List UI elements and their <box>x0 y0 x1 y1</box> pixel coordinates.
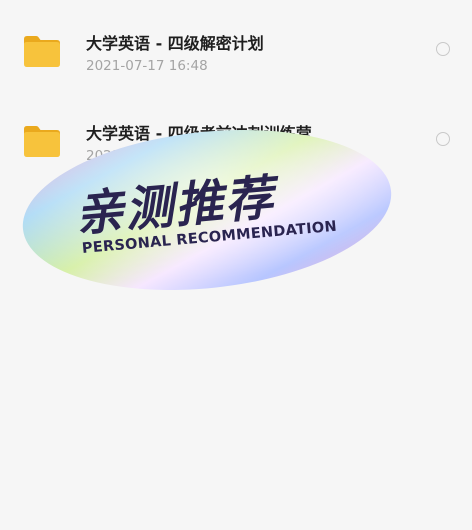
recommendation-sticker: 亲测推荐 PERSONAL RECOMMENDATION <box>20 125 395 295</box>
select-radio[interactable] <box>436 42 450 56</box>
file-name: 大学英语 - 四级解密计划 <box>86 34 264 53</box>
file-list-item[interactable]: 大学英语 - 四级解密计划 2021-07-17 16:48 <box>0 20 472 100</box>
select-radio[interactable] <box>436 132 450 146</box>
file-list-page: 大学英语 - 四级解密计划 2021-07-17 16:48 大学英语 - 四级… <box>0 0 472 530</box>
folder-icon <box>24 36 60 67</box>
file-timestamp: 2021-07-17 16:48 <box>86 58 208 74</box>
